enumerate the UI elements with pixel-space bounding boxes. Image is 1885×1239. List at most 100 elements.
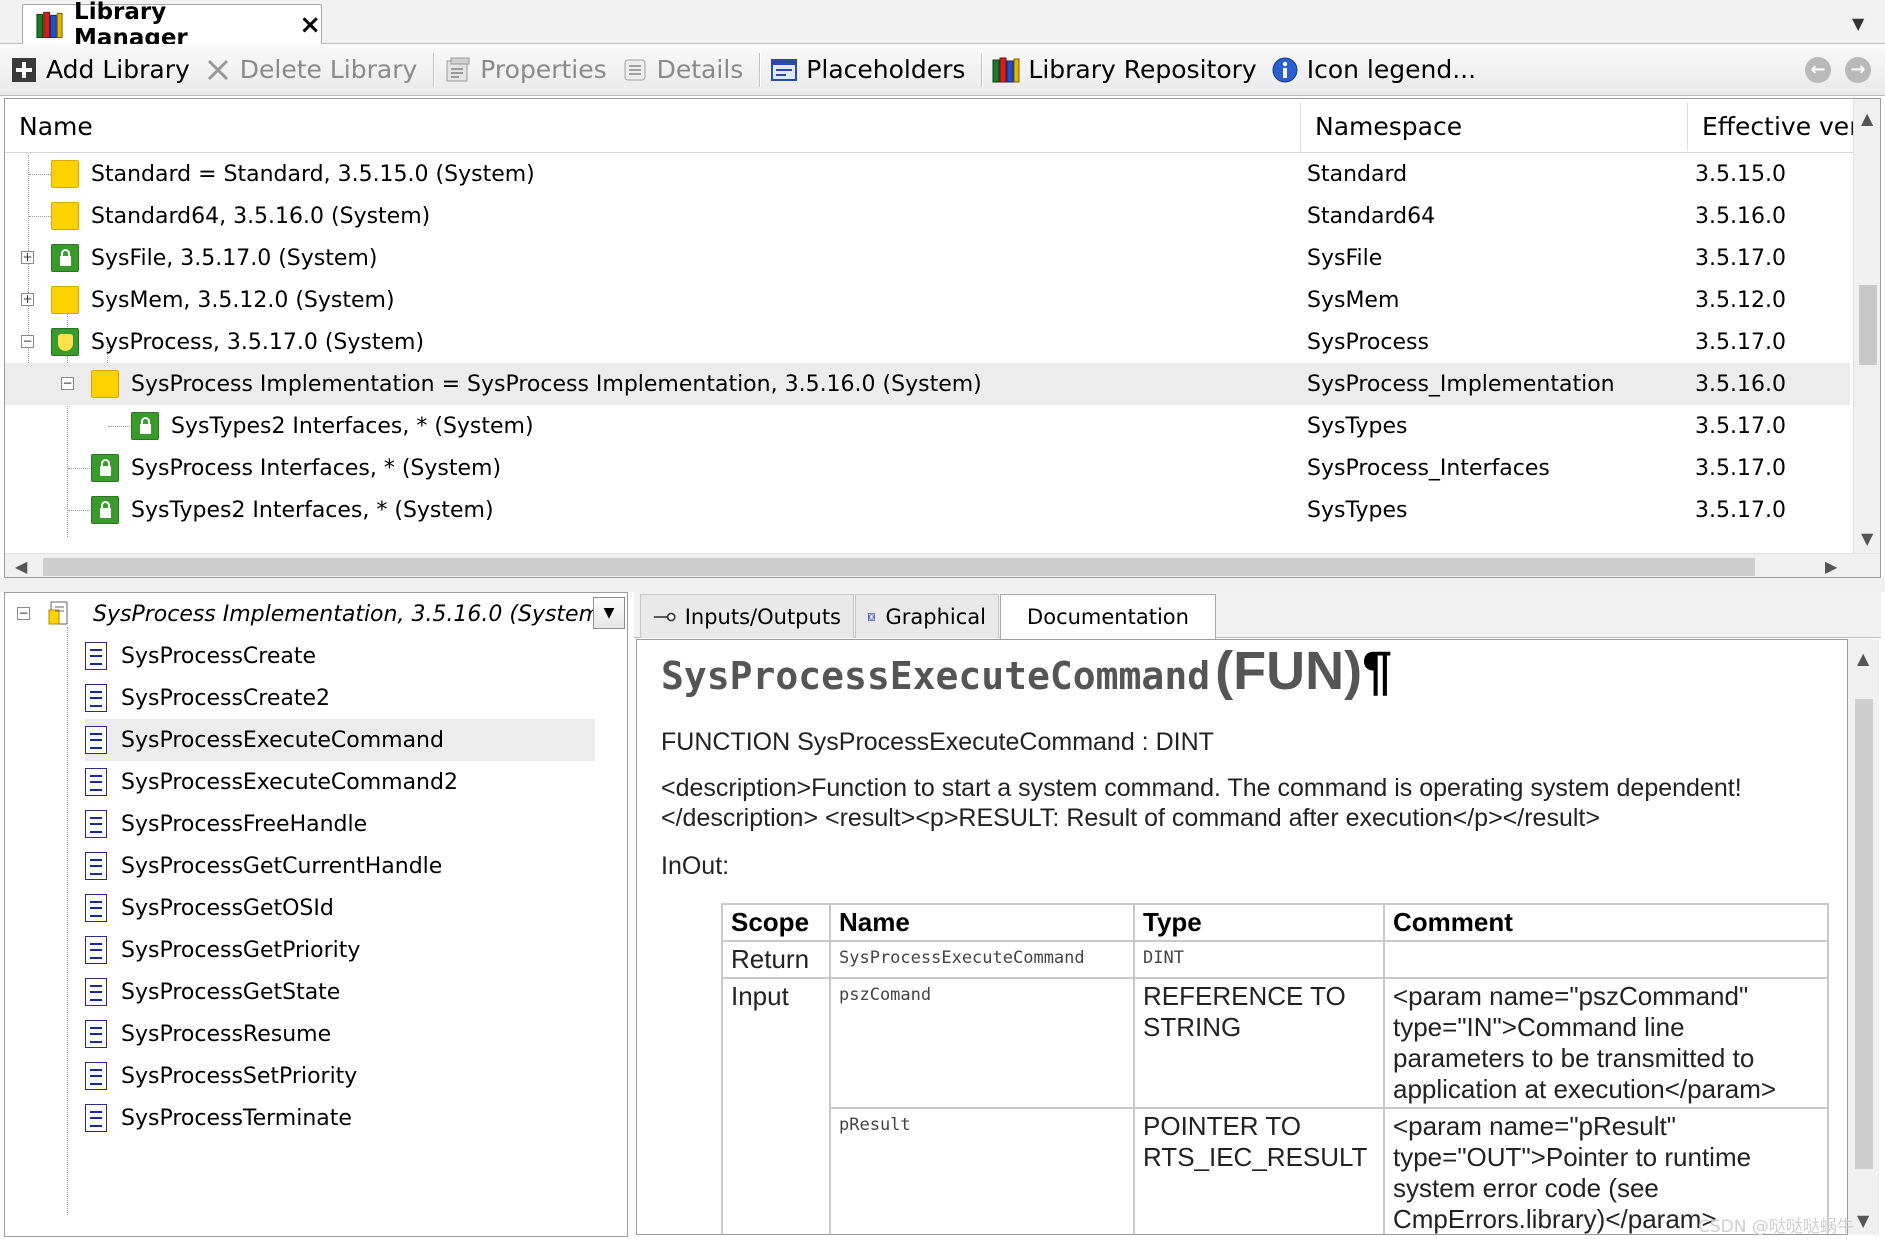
add-library-label: Add Library <box>46 55 190 84</box>
function-item[interactable]: SysProcessExecuteCommand2 <box>85 761 595 803</box>
documentation-content: SysProcessExecuteCommand (FUN)¶ FUNCTION… <box>636 639 1848 1235</box>
scroll-down-icon[interactable]: ▼ <box>1861 529 1873 548</box>
tab-inputs-outputs[interactable]: Inputs/Outputs <box>640 594 854 638</box>
tree-guide-line <box>68 510 90 511</box>
function-item[interactable]: SysProcessSetPriority <box>85 1055 595 1097</box>
function-name: SysProcessTerminate <box>121 1105 352 1131</box>
grid-header: Name Namespace Effective vers <box>5 99 1855 153</box>
scrollbar-thumb[interactable] <box>1855 699 1873 1169</box>
table-cell-scope: Input <box>721 977 831 1234</box>
library-row[interactable]: − SysProcess, 3.5.17.0 (System) SysProce… <box>5 321 1850 363</box>
scroll-up-icon[interactable]: ▲ <box>1857 649 1869 668</box>
column-header-effective-version[interactable]: Effective vers <box>1688 99 1853 153</box>
function-item[interactable]: SysProcessGetState <box>85 971 595 1013</box>
function-item[interactable]: SysProcessTerminate <box>85 1097 595 1139</box>
scroll-left-icon[interactable]: ◀ <box>15 557 27 576</box>
documentation-panel: Inputs/Outputs Graphical Documentation S… <box>634 592 1881 1237</box>
function-item[interactable]: SysProcessGetCurrentHandle <box>85 845 595 887</box>
function-name: SysProcessGetOSId <box>121 895 334 921</box>
expand-plus-icon[interactable]: + <box>21 251 34 264</box>
locked-library-icon <box>91 496 119 524</box>
inputs-outputs-icon <box>653 612 676 621</box>
function-item[interactable]: SysProcessCreate <box>85 635 595 677</box>
panel-splitter[interactable] <box>0 578 1885 592</box>
library-row[interactable]: SysProcess Interfaces, * (System) SysPro… <box>5 447 1850 489</box>
scrollbar-thumb[interactable] <box>1859 285 1877 365</box>
function-name: SysProcessGetState <box>121 979 341 1005</box>
function-item[interactable]: SysProcessFreeHandle <box>85 803 595 845</box>
library-namespace: SysMem <box>1307 287 1400 313</box>
comment-line: system error code (see <box>1393 1173 1659 1203</box>
type-line: POINTER TO <box>1143 1111 1301 1141</box>
library-name: SysProcess Interfaces, * (System) <box>131 455 502 481</box>
library-name: SysProcess, 3.5.17.0 (System) <box>91 329 425 355</box>
dropdown-arrow-icon[interactable]: ▼ <box>593 597 625 629</box>
library-row[interactable]: + SysMem, 3.5.12.0 (System) SysMem 3.5.1… <box>5 279 1850 321</box>
function-doc-icon <box>85 684 107 712</box>
doc-vertical-scrollbar[interactable]: ▲ ▼ <box>1848 639 1879 1235</box>
toolbar-separator <box>759 52 761 87</box>
library-name: SysTypes2 Interfaces, * (System) <box>171 413 534 439</box>
function-item[interactable]: SysProcessCreate2 <box>85 677 595 719</box>
expand-plus-icon[interactable]: + <box>21 293 34 306</box>
scrollbar-thumb[interactable] <box>43 558 1755 576</box>
scroll-up-icon[interactable]: ▲ <box>1861 109 1873 128</box>
table-cell-comment <box>1383 940 1829 979</box>
library-row-selected[interactable]: − SysProcess Implementation = SysProcess… <box>5 363 1850 405</box>
function-name: SysProcessResume <box>121 1021 332 1047</box>
collapse-minus-icon[interactable]: − <box>61 377 74 390</box>
table-cell-name: pszComand <box>829 977 1135 1109</box>
type-line: REFERENCE TO <box>1143 981 1346 1011</box>
column-header-name[interactable]: Name <box>5 99 1300 153</box>
library-version: 3.5.16.0 <box>1695 371 1786 397</box>
library-repository-icon <box>992 56 1020 84</box>
library-version: 3.5.17.0 <box>1695 329 1786 355</box>
library-namespace: SysProcess_Implementation <box>1307 371 1615 397</box>
library-version: 3.5.12.0 <box>1695 287 1786 313</box>
add-library-button[interactable]: Add Library <box>6 55 200 84</box>
info-icon <box>1271 56 1299 84</box>
function-item[interactable]: SysProcessGetPriority <box>85 929 595 971</box>
forward-arrow-icon[interactable]: → <box>1845 56 1871 83</box>
function-item-selected[interactable]: SysProcessExecuteCommand <box>85 719 595 761</box>
tab-documentation-label: Documentation <box>1027 605 1189 629</box>
library-version: 3.5.15.0 <box>1695 161 1786 187</box>
function-name: SysProcessExecuteCommand <box>121 727 444 753</box>
library-row[interactable]: SysTypes2 Interfaces, * (System) SysType… <box>5 489 1850 531</box>
doc-signature: FUNCTION SysProcessExecuteCommand : DINT <box>661 728 1214 756</box>
library-row[interactable]: Standard64, 3.5.16.0 (System) Standard64… <box>5 195 1850 237</box>
library-row[interactable]: + SysFile, 3.5.17.0 (System) SysFile 3.5… <box>5 237 1850 279</box>
scroll-right-icon[interactable]: ▶ <box>1825 557 1837 576</box>
yellow-library-icon <box>91 370 119 398</box>
function-name: SysProcessFreeHandle <box>121 811 368 837</box>
pilcrow-mark: ¶ <box>1362 641 1393 701</box>
library-manager-tab[interactable]: Library Manager × <box>22 0 322 51</box>
toolbar-separator <box>981 52 983 87</box>
properties-button[interactable]: Properties <box>440 55 616 84</box>
tab-graphical[interactable]: Graphical <box>855 594 999 638</box>
back-arrow-icon[interactable]: ← <box>1805 56 1831 83</box>
delete-library-button[interactable]: Delete Library <box>200 55 428 84</box>
function-item[interactable]: SysProcessResume <box>85 1013 595 1055</box>
library-row[interactable]: SysTypes2 Interfaces, * (System) SysType… <box>5 405 1850 447</box>
type-line: RTS_IEC_RESULT <box>1143 1142 1368 1172</box>
tree-guide-line <box>68 468 90 469</box>
icon-legend-button[interactable]: Icon legend... <box>1267 55 1486 84</box>
close-tab-icon[interactable]: × <box>299 12 321 38</box>
tab-overflow-icon[interactable]: ▼ <box>1852 14 1864 33</box>
horizontal-scrollbar[interactable]: ◀ ▶ <box>5 553 1880 577</box>
column-header-namespace[interactable]: Namespace <box>1301 99 1687 153</box>
collapse-minus-icon[interactable]: − <box>21 335 34 348</box>
function-item[interactable]: SysProcessGetOSId <box>85 887 595 929</box>
library-row[interactable]: Standard = Standard, 3.5.15.0 (System) S… <box>5 153 1850 195</box>
collapse-minus-icon[interactable]: − <box>17 607 30 620</box>
placeholders-button[interactable]: Placeholders <box>766 55 975 84</box>
function-tree-root[interactable]: − SysProcess Implementation, 3.5.16.0 (S… <box>5 593 627 635</box>
vertical-scrollbar[interactable]: ▲ ▼ <box>1853 99 1880 553</box>
function-name: SysProcessGetPriority <box>121 937 361 963</box>
doc-heading: SysProcessExecuteCommand (FUN)¶ <box>661 640 1392 702</box>
scroll-down-icon[interactable]: ▼ <box>1857 1211 1869 1230</box>
library-repository-button[interactable]: Library Repository <box>988 55 1266 84</box>
tab-documentation[interactable]: Documentation <box>1000 594 1216 639</box>
details-button[interactable]: Details <box>617 55 754 84</box>
